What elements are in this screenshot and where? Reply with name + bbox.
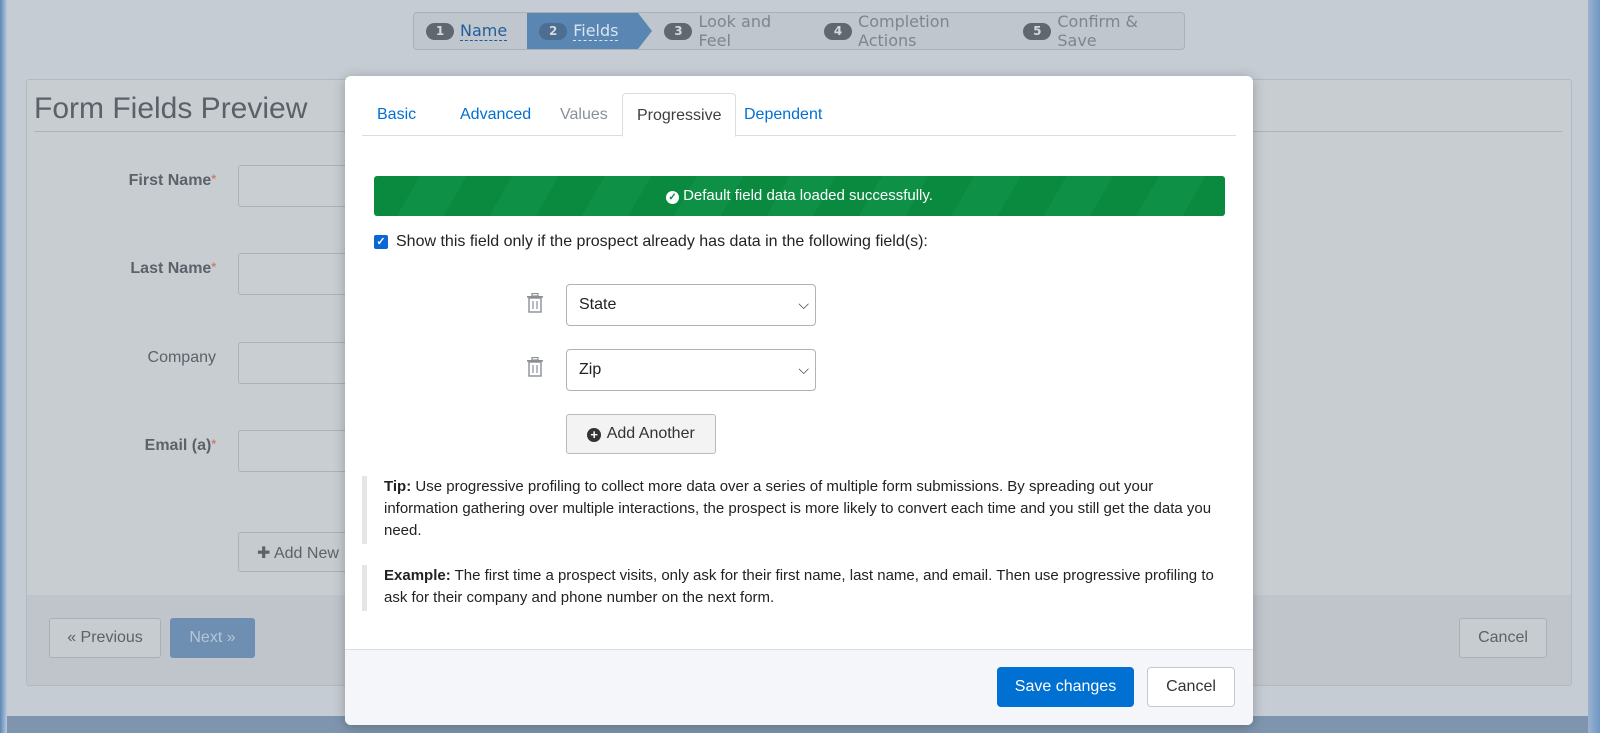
wizard-step-fields[interactable]: 2 Fields: [527, 13, 653, 49]
trash-icon[interactable]: [526, 357, 544, 377]
trash-icon[interactable]: [526, 293, 544, 313]
chevron-down-icon: ⌵: [798, 296, 809, 312]
step-number: 3: [664, 22, 693, 40]
company-input[interactable]: [238, 342, 358, 384]
step-number: 5: [1023, 22, 1052, 40]
tip-heading: Tip:: [384, 478, 412, 495]
field-label-first-name: First Name*: [26, 172, 216, 190]
checkbox-label: Show this field only if the prospect alr…: [396, 233, 928, 250]
step-number: 4: [824, 22, 853, 40]
step-label: Completion Actions: [858, 12, 950, 50]
tip-note: Tip: Use progressive profiling to collec…: [362, 476, 1230, 544]
wizard-step-completion-actions: 4 Completion Actions: [812, 12, 1011, 50]
tab-dependent[interactable]: Dependent: [744, 93, 822, 136]
field-label-last-name: Last Name*: [26, 260, 216, 278]
required-marker: *: [211, 172, 216, 186]
first-name-input[interactable]: [238, 165, 358, 207]
step-number: 1: [426, 22, 454, 40]
wizard-step-name[interactable]: 1 Name: [414, 13, 527, 49]
add-another-button[interactable]: + Add Another: [566, 414, 716, 454]
previous-button[interactable]: « Previous: [49, 618, 161, 658]
field-label-company: Company: [26, 349, 216, 367]
step-number: 2: [539, 22, 568, 40]
tab-basic[interactable]: Basic: [377, 93, 416, 136]
save-changes-button[interactable]: Save changes: [997, 667, 1134, 707]
alert-text: Default field data loaded successfully.: [683, 187, 933, 204]
chevron-down-icon: ⌵: [798, 361, 809, 377]
step-label[interactable]: Fields: [573, 21, 619, 41]
field-label-text: First Name: [128, 172, 212, 189]
tip-text: Use progressive profiling to collect mor…: [384, 478, 1212, 539]
required-marker: *: [211, 260, 216, 274]
wizard-steps: 1 Name 2 Fields 3 Look and Feel 4 Comple…: [413, 12, 1185, 50]
example-heading: Example:: [384, 567, 451, 584]
last-name-input[interactable]: [238, 253, 358, 295]
page-title: Form Fields Preview: [34, 92, 308, 125]
select-value: Zip: [579, 361, 602, 378]
example-note: Example: The first time a prospect visit…: [362, 565, 1230, 611]
modal-cancel-button[interactable]: Cancel: [1147, 667, 1235, 707]
button-label: Add New: [273, 545, 339, 562]
button-label: Add Another: [606, 425, 695, 442]
step-label: Confirm & Save: [1057, 12, 1138, 50]
field-label-text: Company: [147, 349, 216, 366]
success-alert: ✓ Default field data loaded successfully.: [374, 176, 1225, 216]
email-input[interactable]: [238, 430, 358, 472]
plus-icon: ✚: [257, 545, 271, 562]
tab-advanced[interactable]: Advanced: [460, 93, 531, 136]
field-label-email: Email (a)*: [26, 437, 216, 455]
wizard-step-confirm-save: 5 Confirm & Save: [1011, 12, 1184, 50]
field-label-text: Email (a): [144, 437, 212, 454]
select-value: State: [579, 296, 617, 313]
tab-values[interactable]: Values: [560, 93, 608, 136]
modal-footer: Save changes Cancel: [345, 649, 1253, 725]
condition-field-select[interactable]: Zip ⌵: [566, 349, 816, 391]
field-settings-modal: Basic Advanced Values Progressive Depend…: [345, 76, 1253, 725]
example-text: The first time a prospect visits, only a…: [384, 567, 1214, 606]
wizard-cancel-button[interactable]: Cancel: [1459, 618, 1547, 658]
condition-field-select[interactable]: State ⌵: [566, 284, 816, 326]
step-label: Look and Feel: [698, 12, 772, 50]
field-label-text: Last Name: [130, 260, 212, 277]
required-marker: *: [211, 437, 216, 451]
step-label[interactable]: Name: [460, 21, 508, 41]
progressive-checkbox-row: ✓ Show this field only if the prospect a…: [374, 233, 928, 251]
plus-circle-icon: +: [587, 428, 602, 442]
add-new-field-button[interactable]: ✚ Add New: [238, 532, 358, 572]
tab-progressive[interactable]: Progressive: [622, 93, 737, 137]
modal-tabs: Basic Advanced Values Progressive Depend…: [362, 93, 1236, 137]
next-button[interactable]: Next »: [170, 618, 255, 658]
wizard-step-look-and-feel: 3 Look and Feel: [638, 12, 812, 50]
check-circle-icon: ✓: [666, 191, 680, 204]
progressive-checkbox[interactable]: ✓: [374, 235, 388, 249]
